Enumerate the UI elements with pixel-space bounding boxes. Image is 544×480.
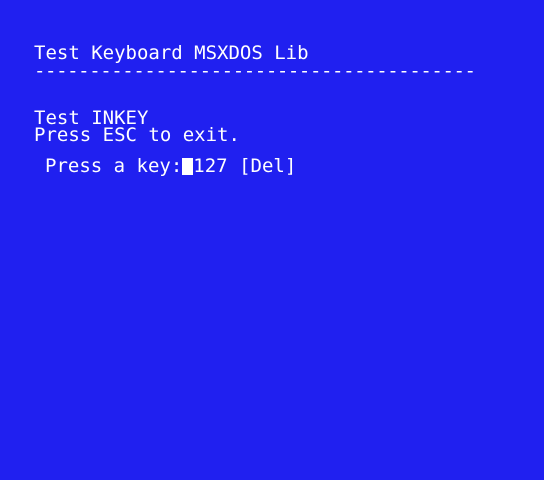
text-cursor bbox=[182, 158, 194, 175]
key-name-value: [Del] bbox=[239, 155, 297, 177]
exit-instruction: Press ESC to exit. bbox=[34, 124, 240, 146]
msx-terminal-screen[interactable]: Test Keyboard MSXDOS Lib ---------------… bbox=[0, 0, 544, 480]
key-prompt-row: Press a key: 127 [Del] bbox=[45, 157, 296, 176]
key-prompt-label: Press a key: bbox=[45, 155, 183, 177]
key-spacer bbox=[228, 157, 239, 176]
key-code-value: 127 bbox=[193, 155, 228, 177]
title-underline-rule: ---------------------------------------- bbox=[34, 60, 476, 82]
